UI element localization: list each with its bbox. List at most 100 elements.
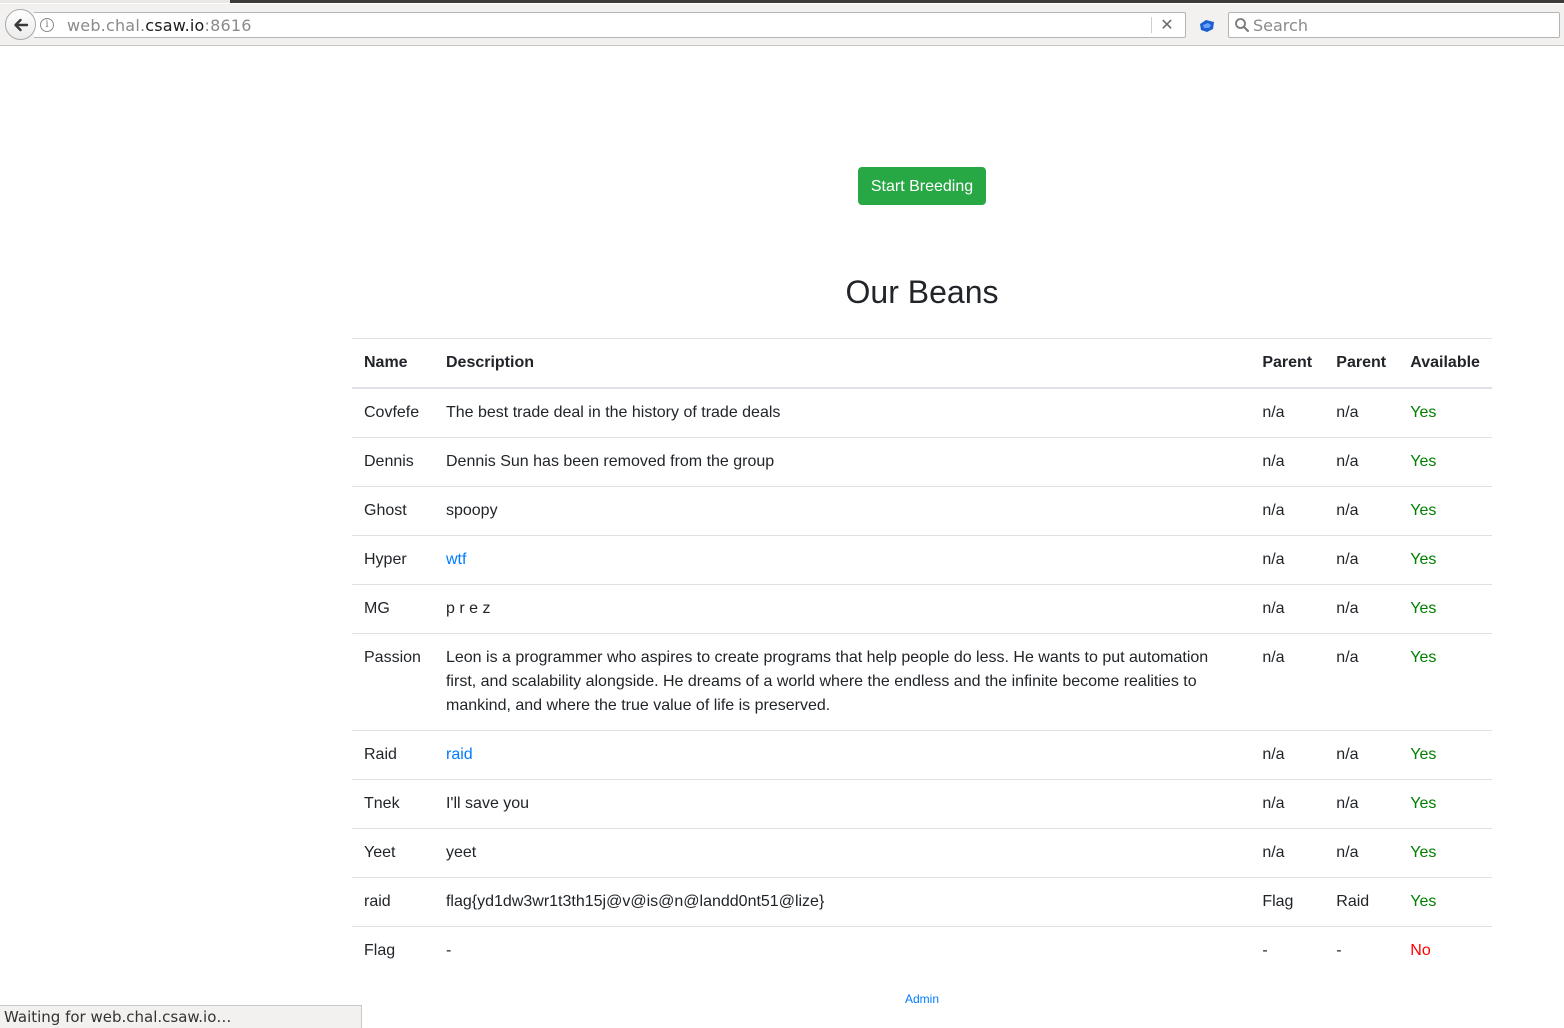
bean-name: Hyper [352, 535, 434, 585]
bean-name: raid [352, 877, 434, 927]
back-arrow-icon [13, 18, 28, 31]
beans-table-body: Covfefe The best trade deal in the histor… [352, 387, 1492, 975]
page-content: Start Breeding Our Beans Name Descriptio… [0, 47, 1564, 1028]
bean-description-cell: - [433, 926, 1251, 975]
table-row: Hyper wtf n/a n/a Yes [352, 535, 1492, 585]
table-row: Tnek I'll save you n/a n/a Yes [352, 779, 1492, 829]
bean-parent-2: n/a [1324, 633, 1399, 731]
bean-name: Covfefe [352, 387, 434, 438]
bean-parent-1: Flag [1250, 877, 1325, 927]
bean-description: I'll save you [445, 795, 530, 812]
table-row: Raid raid n/a n/a Yes [352, 730, 1492, 780]
search-bar[interactable] [1228, 12, 1560, 38]
bean-description-cell: raid [433, 730, 1251, 780]
bean-parent-2: Raid [1324, 877, 1399, 927]
bean-name: Flag [352, 926, 434, 975]
bean-description: yeet [445, 844, 477, 861]
bean-parent-2: n/a [1324, 387, 1399, 438]
bean-description-cell: yeet [433, 828, 1251, 878]
column-header-name: Name [352, 338, 434, 389]
bean-parent-2: n/a [1324, 584, 1399, 634]
bean-parent-1: n/a [1250, 437, 1325, 487]
column-header-description: Description [433, 338, 1251, 389]
search-icon [1235, 18, 1249, 32]
bean-name: Raid [352, 730, 434, 780]
table-row: Flag - - - No [352, 926, 1492, 975]
table-row: Passion Leon is a programmer who aspires … [352, 633, 1492, 731]
bean-parent-1: n/a [1250, 535, 1325, 585]
admin-link[interactable]: Admin [852, 992, 992, 1006]
bean-available: Yes [1398, 779, 1492, 829]
table-row: MG p r e z n/a n/a Yes [352, 584, 1492, 634]
start-breeding-button[interactable]: Start Breeding [858, 167, 986, 205]
bean-parent-1: n/a [1250, 779, 1325, 829]
bean-parent-1: n/a [1250, 584, 1325, 634]
url-bar-divider [1151, 17, 1152, 33]
info-icon[interactable]: i [40, 18, 54, 32]
bean-description: Leon is a programmer who aspires to crea… [445, 649, 1209, 714]
bean-description: p r e z [445, 600, 491, 617]
bean-parent-1: n/a [1250, 828, 1325, 878]
bean-name: Ghost [352, 486, 434, 536]
table-row: Yeet yeet n/a n/a Yes [352, 828, 1492, 878]
bean-description-cell: Dennis Sun has been removed from the gro… [433, 437, 1251, 487]
bean-name: MG [352, 584, 434, 634]
bean-available: Yes [1398, 535, 1492, 585]
bean-description-link[interactable]: raid [446, 746, 473, 763]
bean-name: Yeet [352, 828, 434, 878]
bean-description: flag{yd1dw3wr1t3th15j@v@is@n@landd0nt51@… [445, 893, 825, 910]
bean-available: Yes [1398, 584, 1492, 634]
bean-available: Yes [1398, 633, 1492, 731]
bean-description-cell: wtf [433, 535, 1251, 585]
url-port: :8616 [204, 16, 252, 35]
bean-available: Yes [1398, 486, 1492, 536]
bean-description: The best trade deal in the history of tr… [445, 404, 781, 421]
bean-parent-1: - [1250, 926, 1325, 975]
bean-parent-1: n/a [1250, 387, 1325, 438]
bean-name: Passion [352, 633, 434, 731]
browser-toolbar: i web.chal.csaw.io:8616 ✕ [0, 4, 1564, 46]
table-row: raid flag{yd1dw3wr1t3th15j@v@is@n@landd0n… [352, 877, 1492, 927]
bean-parent-1: n/a [1250, 633, 1325, 731]
bean-parent-2: - [1324, 926, 1399, 975]
bean-description-cell: p r e z [433, 584, 1251, 634]
bean-available: Yes [1398, 877, 1492, 927]
bean-description-link[interactable]: wtf [446, 551, 466, 568]
close-icon[interactable]: ✕ [1157, 14, 1177, 36]
search-input[interactable] [1251, 14, 1551, 36]
table-row: Ghost spoopy n/a n/a Yes [352, 486, 1492, 536]
bean-description-cell: flag{yd1dw3wr1t3th15j@v@is@n@landd0nt51@… [433, 877, 1251, 927]
bean-available: Yes [1398, 437, 1492, 487]
url-text[interactable]: web.chal.csaw.io:8616 [67, 16, 252, 35]
bean-available: Yes [1398, 730, 1492, 780]
column-header-available: Available [1398, 338, 1492, 389]
bean-parent-2: n/a [1324, 779, 1399, 829]
bean-parent-2: n/a [1324, 437, 1399, 487]
column-header-parent: Parent [1250, 338, 1325, 389]
tab-strip [230, 0, 1564, 3]
active-tab-edge [0, 0, 230, 3]
bean-parent-1: n/a [1250, 486, 1325, 536]
bean-available: No [1398, 926, 1492, 975]
bean-description: spoopy [445, 502, 498, 519]
bean-parent-2: n/a [1324, 828, 1399, 878]
back-button[interactable] [5, 9, 36, 40]
bean-parent-2: n/a [1324, 730, 1399, 780]
bean-available: Yes [1398, 828, 1492, 878]
bean-description-cell: I'll save you [433, 779, 1251, 829]
table-header-row: Name Description Parent Parent Available [352, 338, 1492, 389]
extension-icon[interactable] [1198, 18, 1216, 34]
beans-table: Name Description Parent Parent Available… [352, 338, 1492, 975]
bean-name: Tnek [352, 779, 434, 829]
column-header-parent-2: Parent [1324, 338, 1399, 389]
bean-description-cell: spoopy [433, 486, 1251, 536]
page-title: Our Beans [845, 274, 999, 310]
bean-parent-1: n/a [1250, 730, 1325, 780]
bean-parent-2: n/a [1324, 535, 1399, 585]
bean-description: Dennis Sun has been removed from the gro… [445, 453, 775, 470]
bean-description-cell: Leon is a programmer who aspires to crea… [433, 633, 1251, 731]
bean-parent-2: n/a [1324, 486, 1399, 536]
status-bar: Waiting for web.chal.csaw.io… [0, 1005, 362, 1028]
bean-description: - [445, 942, 452, 959]
url-bar[interactable]: i web.chal.csaw.io:8616 ✕ [34, 12, 1186, 38]
